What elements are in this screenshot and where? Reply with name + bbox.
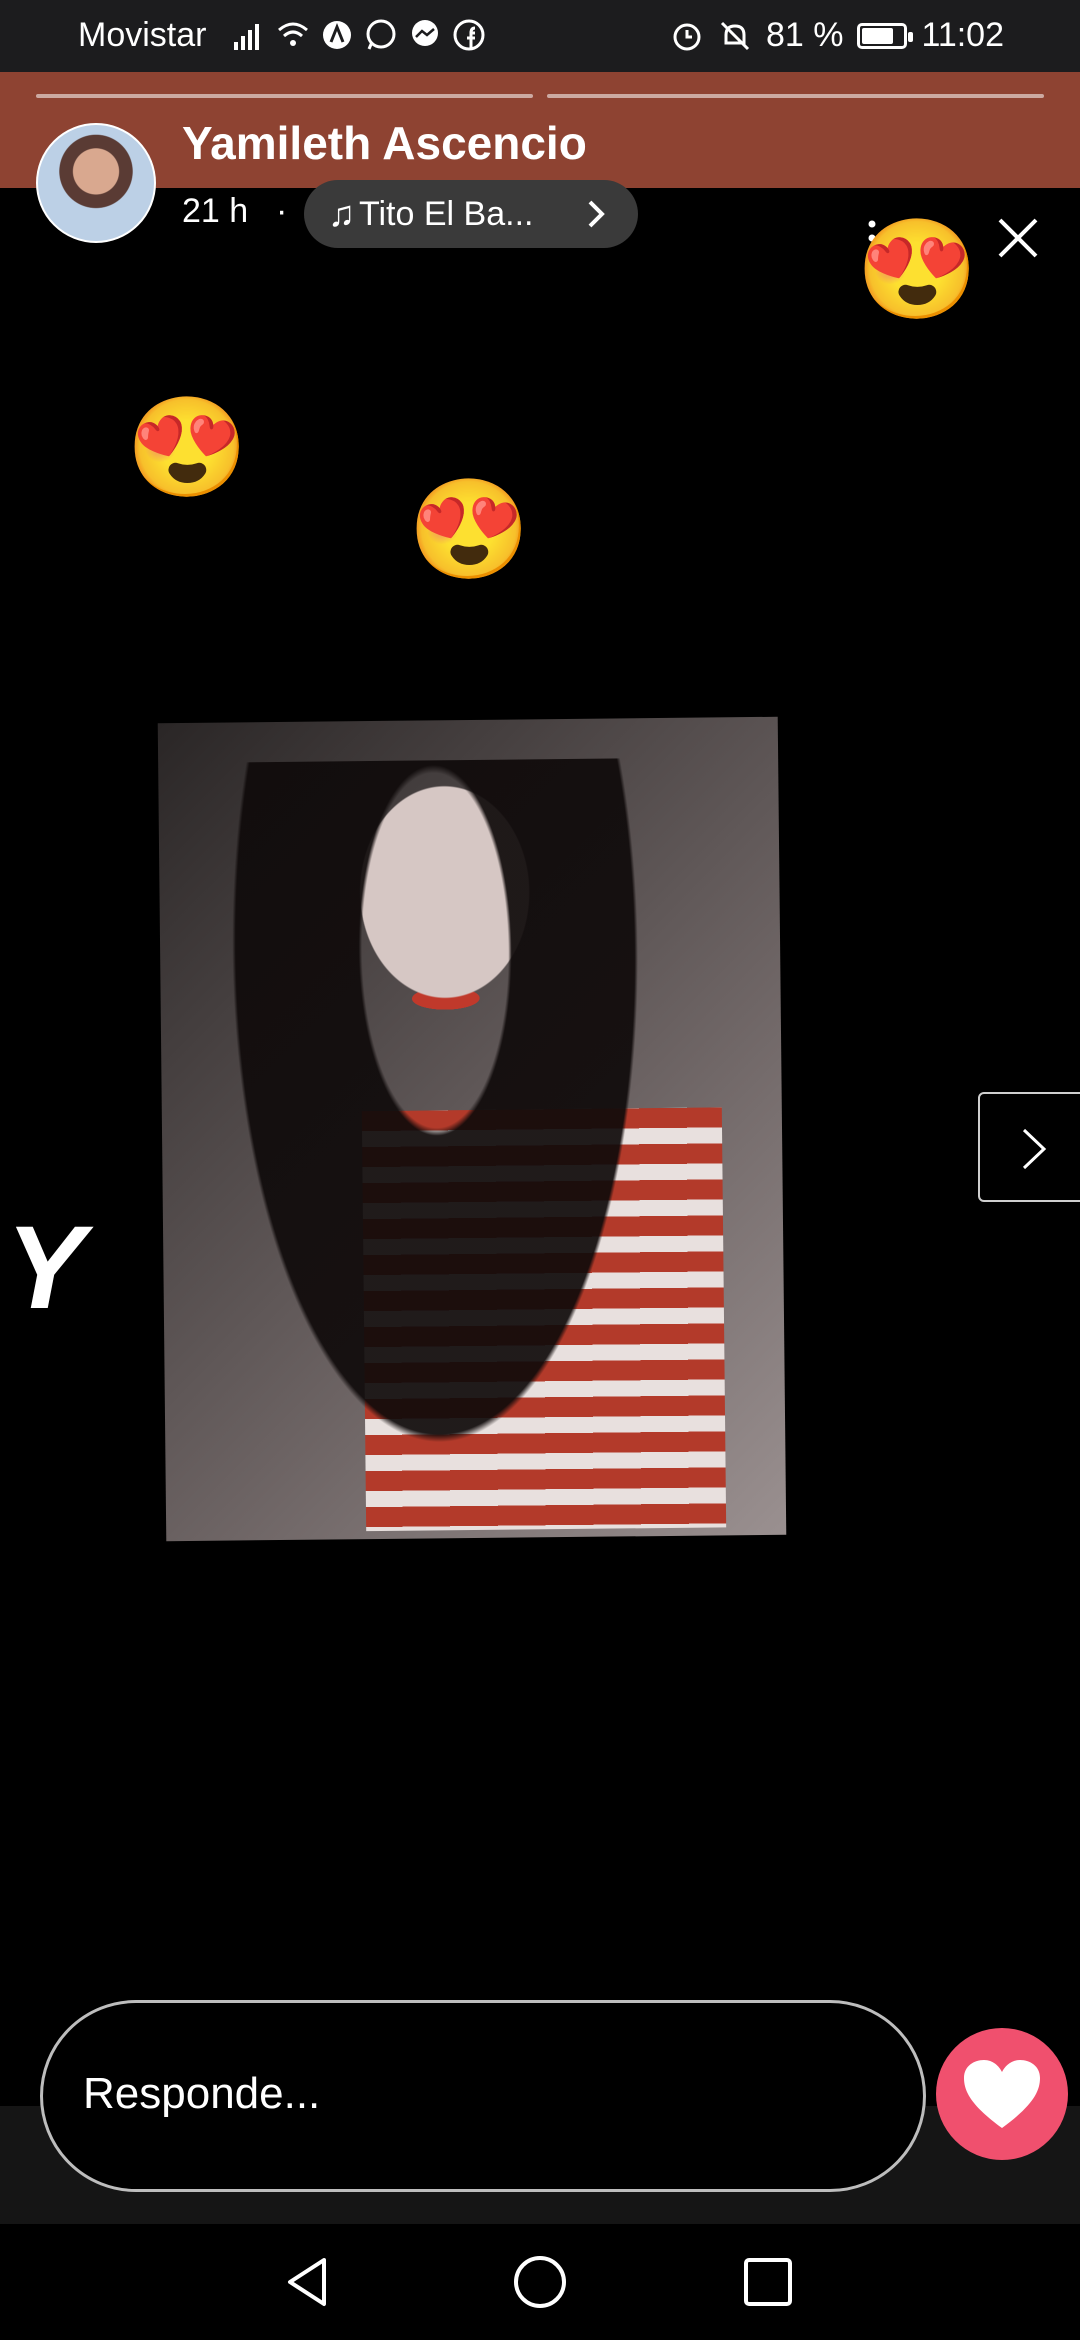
facebook-icon [453, 19, 485, 51]
next-story-button[interactable] [978, 1092, 1080, 1202]
battery-percent: 81 % [765, 16, 844, 54]
like-button[interactable] [936, 2028, 1068, 2160]
story-username[interactable]: Yamileth Ascencio [182, 116, 587, 170]
photo-subject [198, 757, 677, 1523]
battery-icon [857, 22, 914, 49]
whatsapp-icon [366, 19, 396, 50]
chevron-right-icon [1022, 1128, 1047, 1170]
story-progress-segment [547, 94, 1044, 98]
heart-eyes-emoji-sticker: 😍 [408, 474, 531, 584]
signal-icon [234, 24, 259, 50]
close-icon[interactable] [994, 214, 1042, 262]
reply-input[interactable]: Responde... [40, 2000, 926, 2192]
clock: 11:02 [921, 16, 1004, 54]
app-icon [323, 21, 351, 49]
back-icon[interactable] [280, 2254, 336, 2310]
system-status: 81 % 11:02 [670, 16, 1004, 55]
recents-icon[interactable] [740, 2254, 796, 2310]
wifi-icon [278, 22, 308, 46]
music-label: Tito El Ba... [359, 194, 534, 233]
story-time: 21 h [182, 192, 249, 230]
story-photo [157, 716, 787, 1542]
heart-eyes-emoji-sticker: 😍 [856, 214, 979, 324]
heart-eyes-emoji-sticker: 😍 [126, 392, 249, 502]
story-text-letter: Y [6, 1202, 85, 1334]
notification-icons [232, 18, 486, 52]
chevron-right-icon [588, 200, 605, 228]
reply-placeholder: Responde... [83, 2069, 321, 2118]
story-progress-segment [36, 94, 533, 98]
navigation-bar [0, 2224, 1080, 2340]
music-note-icon: ♫ [328, 193, 355, 234]
separator-dot: · [276, 192, 288, 230]
status-bar: Movistar 81 % 11:02 [0, 0, 1080, 72]
messenger-icon [412, 20, 438, 46]
home-icon[interactable] [512, 2254, 568, 2310]
carrier-name: Movistar [78, 16, 207, 54]
avatar[interactable] [36, 123, 156, 243]
mute-icon [720, 21, 749, 50]
alarm-icon [673, 23, 701, 50]
music-pill[interactable]: ♫ Tito El Ba... [304, 180, 638, 248]
heart-icon [964, 2060, 1040, 2128]
